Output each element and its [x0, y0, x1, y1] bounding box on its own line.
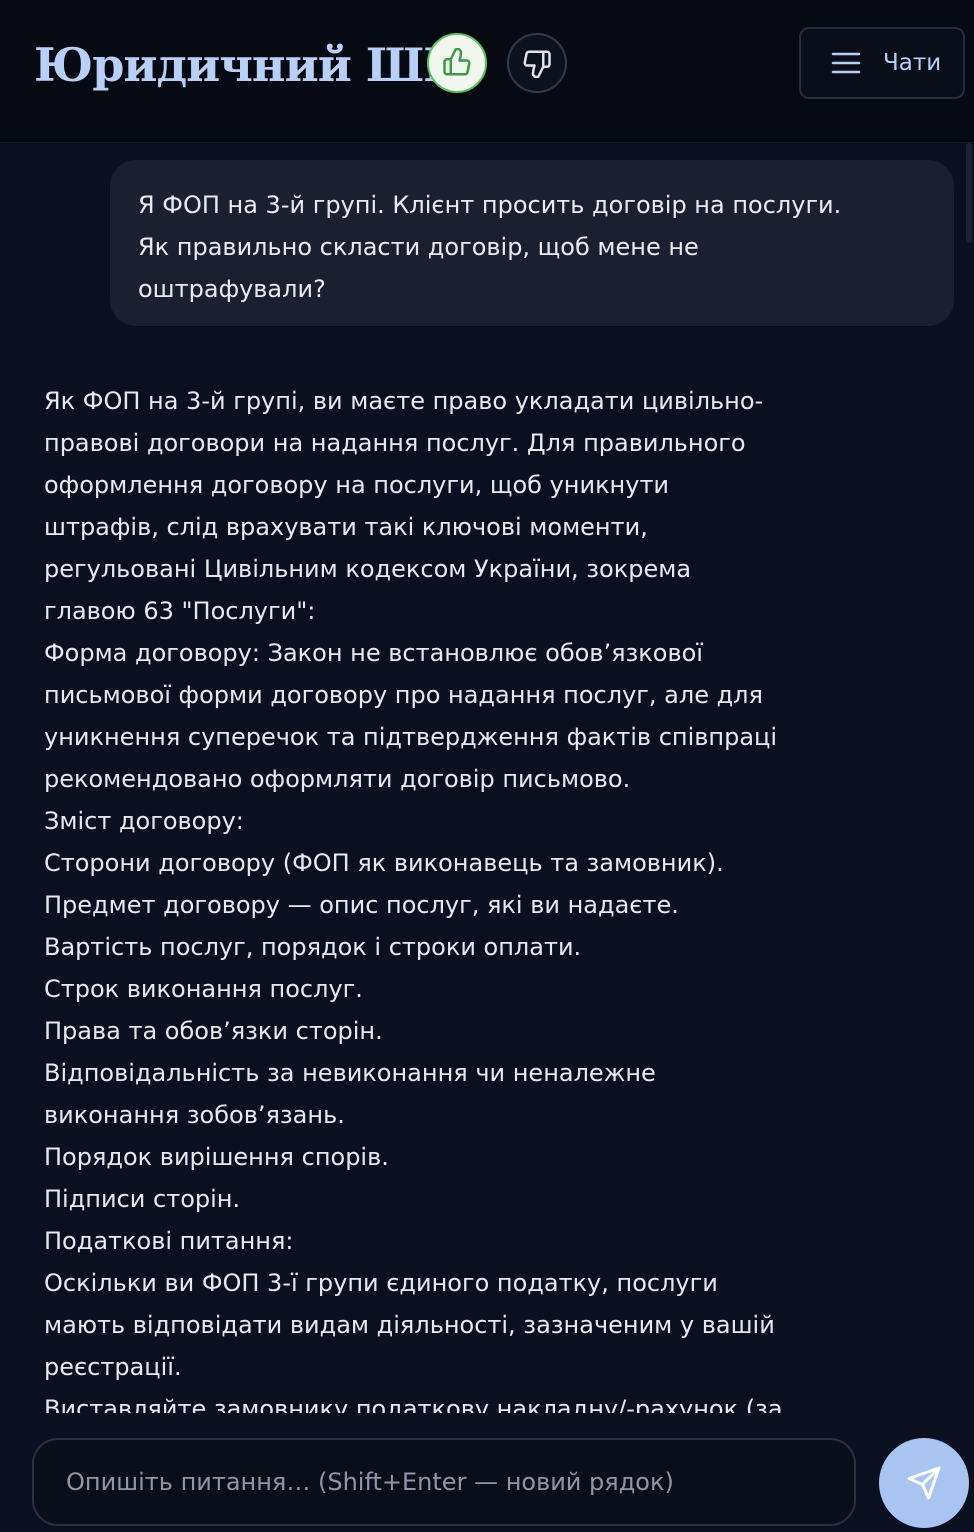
chats-button[interactable]: Чати [799, 27, 965, 99]
assistant-message: Як ФОП на 3-й групі, ви маєте право укла… [44, 380, 834, 1413]
user-message-line: Я ФОП на 3-й групі. Клієнт просить догов… [138, 191, 842, 219]
thumbs-up-icon [443, 48, 471, 76]
assistant-message-line: Оскільки ви ФОП 3-ї групи єдиного податк… [44, 1269, 718, 1297]
assistant-message-line: Вартість послуг, порядок і строки оплати… [44, 933, 582, 961]
composer [0, 1413, 974, 1532]
assistant-message-line: виконання зобов’язань. [44, 1101, 345, 1129]
assistant-message-line: уникнення суперечок та підтвердження фак… [44, 723, 778, 751]
assistant-message-line: Строк виконання послуг. [44, 975, 363, 1003]
scrollbar[interactable] [966, 143, 974, 1413]
send-button[interactable] [879, 1438, 969, 1528]
assistant-message-line: Виставляйте замовнику податкову накладну… [44, 1395, 783, 1413]
assistant-message-line: штрафів, слід врахувати такі ключові мом… [44, 513, 648, 541]
app-title: Юридичний ШІ [34, 38, 445, 92]
assistant-message-line: главою 63 "Послуги": [44, 597, 316, 625]
message-list[interactable]: Я ФОП на 3-й групі. Клієнт просить догов… [0, 143, 974, 1413]
chats-button-label: Чати [883, 50, 942, 76]
assistant-message-line: рекомендовано оформляти договір письмово… [44, 765, 631, 793]
user-message-bubble: Я ФОП на 3-й групі. Клієнт просить догов… [110, 160, 954, 326]
app-header: Юридичний ШІ Чати [0, 0, 974, 143]
assistant-message-line: письмової форми договору про надання пос… [44, 681, 763, 709]
assistant-message-line: Порядок вирішення спорів. [44, 1143, 389, 1171]
assistant-message-line: Права та обов’язки сторін. [44, 1017, 383, 1045]
user-message-line: Як правильно скласти договір, щоб мене н… [138, 233, 699, 261]
assistant-message-line: правові договори на надання послуг. Для … [44, 429, 746, 457]
assistant-message-line: Підписи сторін. [44, 1185, 241, 1213]
assistant-message-line: оформлення договору на послуги, щоб уник… [44, 471, 670, 499]
thumbs-down-button[interactable] [507, 33, 567, 93]
scrollbar-thumb[interactable] [966, 143, 972, 243]
assistant-message-line: реєстрації. [44, 1353, 182, 1381]
assistant-message-line: Форма договору: Закон не встановлює обов… [44, 639, 703, 667]
assistant-message-line: Сторони договору (ФОП як виконавець та з… [44, 849, 724, 877]
thumbs-down-icon [523, 50, 551, 78]
assistant-message-line: мають відповідати видам діяльності, зазн… [44, 1311, 775, 1339]
send-paper-plane-icon [907, 1466, 941, 1500]
assistant-message-line: Предмет договору — опис послуг, які ви н… [44, 891, 679, 919]
assistant-message-line: Як ФОП на 3-й групі, ви маєте право укла… [44, 387, 764, 415]
assistant-message-line: регульовані Цивільним кодексом України, … [44, 555, 692, 583]
thumbs-up-button[interactable] [427, 33, 487, 93]
hamburger-menu-icon [831, 52, 861, 74]
question-input[interactable] [32, 1438, 856, 1526]
assistant-message-line: Відповідальність за невиконання чи ненал… [44, 1059, 656, 1087]
assistant-message-line: Зміст договору: [44, 807, 244, 835]
assistant-message-line: Податкові питання: [44, 1227, 294, 1255]
user-message-line: оштрафували? [138, 275, 326, 303]
